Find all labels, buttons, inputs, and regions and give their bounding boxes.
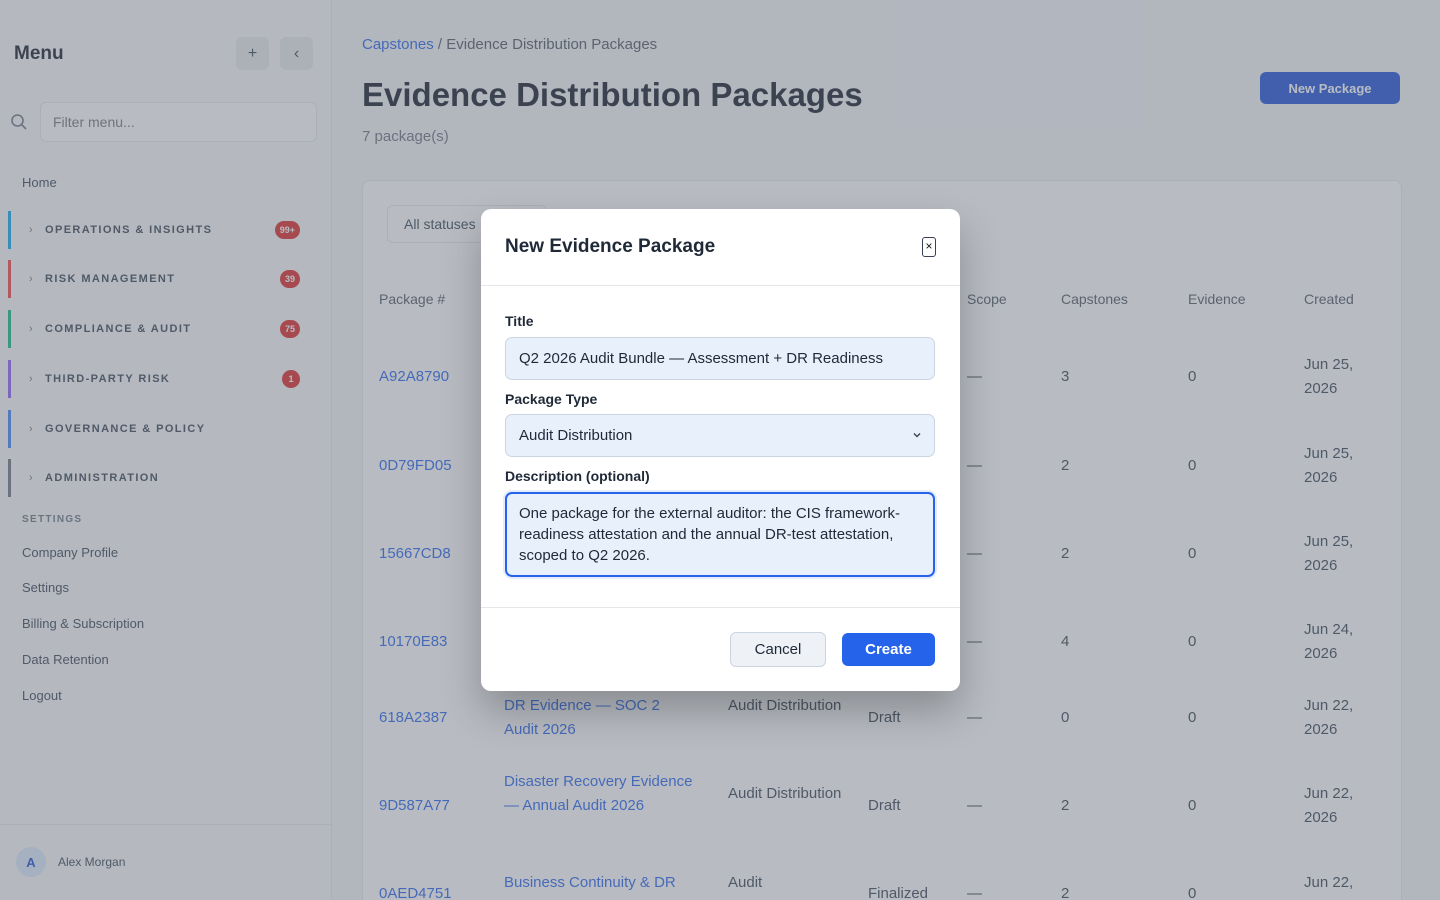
package-type-value: Audit Distribution <box>519 427 633 444</box>
dialog-title: New Evidence Package <box>505 236 716 257</box>
description-label: Description (optional) <box>505 468 650 484</box>
new-evidence-package-dialog: New Evidence Package × Title Package Typ… <box>481 209 960 691</box>
close-button[interactable]: × <box>922 237 936 257</box>
dialog-divider <box>481 285 960 286</box>
chevron-down-icon <box>913 433 921 438</box>
package-type-label: Package Type <box>505 391 598 407</box>
title-input[interactable] <box>505 337 935 380</box>
title-label: Title <box>505 313 534 329</box>
package-type-select[interactable]: Audit Distribution <box>505 414 935 457</box>
cancel-button[interactable]: Cancel <box>730 632 826 667</box>
description-textarea[interactable]: One package for the external auditor: th… <box>505 492 935 577</box>
create-button[interactable]: Create <box>842 633 935 666</box>
dialog-divider <box>481 607 960 608</box>
